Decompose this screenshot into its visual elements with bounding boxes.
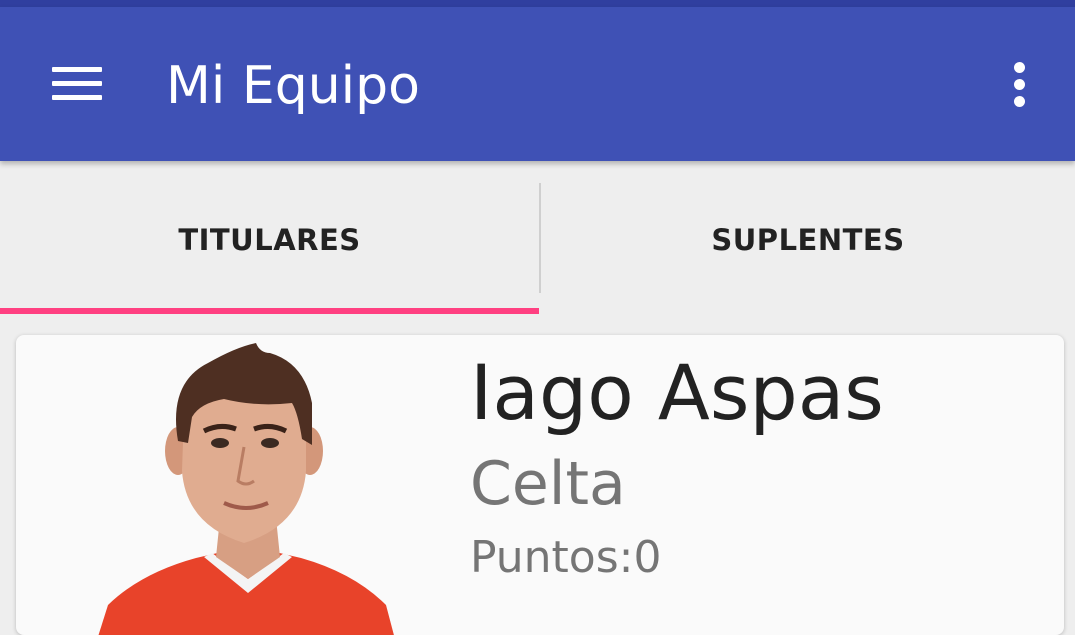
app-bar: Mi Equipo	[0, 7, 1075, 161]
status-bar	[0, 0, 1075, 7]
hamburger-menu-icon[interactable]	[38, 51, 116, 117]
tab-label: SUPLENTES	[711, 222, 905, 257]
app-title: Mi Equipo	[166, 56, 420, 116]
tab-indicator	[0, 308, 539, 314]
tab-titulares[interactable]: TITULARES	[0, 161, 539, 316]
tab-suplentes[interactable]: SUPLENTES	[541, 161, 1075, 316]
player-card[interactable]: Iago Aspas Celta Puntos:0	[16, 335, 1064, 635]
tab-label: TITULARES	[178, 222, 361, 257]
player-points: Puntos:0	[470, 532, 662, 583]
player-team: Celta	[470, 449, 626, 519]
more-vert-icon[interactable]	[996, 51, 1042, 117]
player-name: Iago Aspas	[470, 348, 884, 437]
player-photo	[98, 343, 394, 635]
tab-bar: TITULARES SUPLENTES	[0, 161, 1075, 316]
